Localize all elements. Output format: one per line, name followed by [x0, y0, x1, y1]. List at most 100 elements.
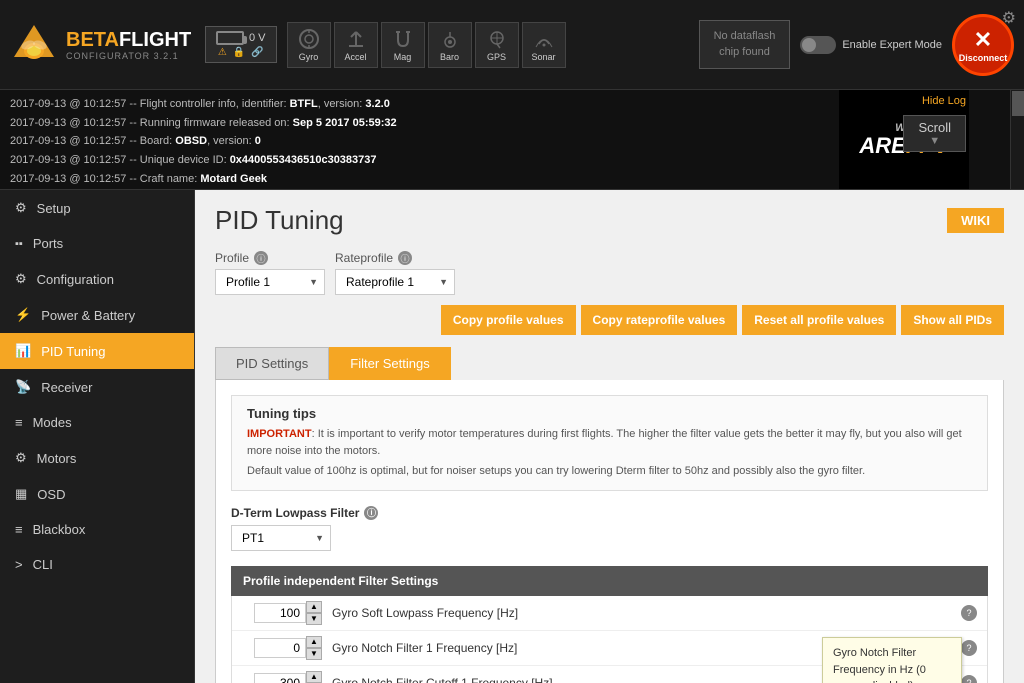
gyro-icon — [298, 28, 320, 50]
sidebar-item-modes[interactable]: ≡ Modes — [0, 405, 194, 440]
page-title: PID Tuning — [215, 205, 344, 236]
sidebar-label-configuration: Configuration — [37, 272, 114, 287]
sidebar-item-pid-tuning[interactable]: 📊 PID Tuning — [0, 333, 194, 369]
power-icon: ⚡ — [15, 307, 31, 323]
sonar-icon — [533, 28, 555, 50]
accel-label: Accel — [345, 52, 367, 62]
sidebar: ⚙ Setup ▪▪ Ports ⚙ Configuration ⚡ Power… — [0, 190, 195, 683]
filter-table: ▲ ▼ Gyro Soft Lowpass Frequency [Hz] ? — [231, 596, 988, 683]
settings-gear-icon[interactable]: ⚙ — [1002, 8, 1016, 28]
dataflash-box: No dataflash chip found — [699, 20, 791, 69]
expert-mode-toggle[interactable]: Enable Expert Mode — [800, 36, 942, 54]
dterm-filter-select[interactable]: PT1 BIQUAD — [231, 525, 331, 551]
modes-icon: ≡ — [15, 415, 23, 430]
filter-settings-table-wrapper: Profile independent Filter Settings ▲ ▼ … — [231, 566, 988, 683]
blackbox-icon: ≡ — [15, 522, 23, 537]
gyro-label: Gyro — [299, 52, 319, 62]
rateprofile-select[interactable]: Rateprofile 1 Rateprofile 2 Rateprofile … — [335, 269, 455, 295]
gyro-notch1-freq-down[interactable]: ▼ — [306, 648, 322, 660]
log-line-5: 2017-09-13 @ 10:12:57 -- Craft name: Mot… — [10, 170, 884, 189]
tuning-tips-box: Tuning tips IMPORTANT: It is important t… — [231, 395, 988, 491]
setup-icon: ⚙ — [15, 200, 27, 216]
sidebar-label-osd: OSD — [37, 487, 65, 502]
hide-log-button[interactable]: Hide Log — [922, 95, 966, 107]
sidebar-item-ports[interactable]: ▪▪ Ports — [0, 226, 194, 261]
log-scrollbar[interactable] — [1010, 90, 1024, 189]
warning-icon: ⚠ — [218, 47, 227, 58]
sidebar-label-cli: CLI — [33, 557, 53, 572]
mag-label: Mag — [394, 52, 412, 62]
gyro-notch1-freq-info[interactable]: ? — [961, 640, 977, 656]
logo-area: BETAFLIGHT CONFIGURATOR 3.2.1 — [10, 21, 205, 69]
copy-profile-button[interactable]: Copy profile values — [441, 305, 576, 335]
sidebar-item-setup[interactable]: ⚙ Setup — [0, 190, 194, 226]
log-line-3: 2017-09-13 @ 10:12:57 -- Board: OBSD, ve… — [10, 132, 884, 151]
sensor-baro[interactable]: Baro — [428, 22, 472, 68]
gyro-soft-lowpass-input[interactable] — [254, 603, 306, 623]
sidebar-label-blackbox: Blackbox — [33, 522, 86, 537]
disconnect-x-icon: ✕ — [974, 27, 992, 53]
show-pids-button[interactable]: Show all PIDs — [901, 305, 1004, 335]
gyro-notch1-cutoff-info[interactable]: ? — [961, 675, 977, 683]
sonar-label: Sonar — [532, 52, 556, 62]
log-line-1: 2017-09-13 @ 10:12:57 -- Flight controll… — [10, 95, 884, 114]
sidebar-item-blackbox[interactable]: ≡ Blackbox — [0, 512, 194, 547]
sidebar-item-cli[interactable]: > CLI — [0, 547, 194, 582]
gyro-notch1-cutoff-up[interactable]: ▲ — [306, 671, 322, 683]
log-line-4: 2017-09-13 @ 10:12:57 -- Unique device I… — [10, 151, 884, 170]
sensor-gps[interactable]: GPS — [475, 22, 519, 68]
dterm-filter-label: D-Term Lowpass Filter — [231, 506, 359, 520]
profile-info-icon[interactable]: ⓘ — [254, 251, 268, 265]
rateprofile-info-icon[interactable]: ⓘ — [398, 251, 412, 265]
copy-rateprofile-button[interactable]: Copy rateprofile values — [581, 305, 738, 335]
gyro-notch1-freq-up[interactable]: ▲ — [306, 636, 322, 648]
gyro-soft-lowpass-down[interactable]: ▼ — [306, 613, 322, 625]
action-buttons: Copy profile values Copy rateprofile val… — [441, 305, 1004, 335]
logo-configurator: CONFIGURATOR 3.2.1 — [66, 51, 191, 61]
dterm-info-icon[interactable]: ⓘ — [364, 506, 378, 520]
receiver-icon: 📡 — [15, 379, 31, 395]
gyro-soft-lowpass-info[interactable]: ? — [961, 605, 977, 621]
reset-profile-button[interactable]: Reset all profile values — [742, 305, 896, 335]
gps-icon — [486, 28, 508, 50]
wiki-button[interactable]: WIKI — [947, 208, 1004, 233]
accel-icon — [345, 28, 367, 50]
filter-settings-content: Tuning tips IMPORTANT: It is important t… — [215, 380, 1004, 683]
sidebar-item-power-battery[interactable]: ⚡ Power & Battery — [0, 297, 194, 333]
sensor-sonar[interactable]: Sonar — [522, 22, 566, 68]
sensor-mag[interactable]: Mag — [381, 22, 425, 68]
link-icon: 🔗 — [251, 47, 263, 58]
scroll-button[interactable]: Scroll ▼ — [903, 115, 966, 152]
sensor-gyro[interactable]: Gyro — [287, 22, 331, 68]
sidebar-item-osd[interactable]: ▦ OSD — [0, 476, 194, 512]
scroll-label: Scroll — [918, 120, 951, 135]
gyro-notch1-freq-input[interactable] — [254, 638, 306, 658]
battery-icon — [216, 31, 244, 45]
osd-icon: ▦ — [15, 486, 27, 502]
gyro-notch1-cutoff-input[interactable] — [254, 673, 306, 683]
sidebar-item-motors[interactable]: ⚙ Motors — [0, 440, 194, 476]
sidebar-item-configuration[interactable]: ⚙ Configuration — [0, 261, 194, 297]
mag-icon — [392, 28, 414, 50]
sidebar-item-receiver[interactable]: 📡 Receiver — [0, 369, 194, 405]
tabs-row: PID Settings Filter Settings — [215, 347, 1004, 380]
tooltip-box: Gyro Notch Filter Frequency in Hz (0 mea… — [822, 637, 962, 683]
gyro-soft-lowpass-label: Gyro Soft Lowpass Frequency [Hz] — [332, 606, 961, 620]
tab-pid-settings[interactable]: PID Settings — [215, 347, 329, 380]
baro-icon — [439, 28, 461, 50]
logo-title: BETAFLIGHT — [66, 29, 191, 51]
tuning-tips-title: Tuning tips — [247, 406, 972, 421]
sensor-accel[interactable]: Accel — [334, 22, 378, 68]
profile-select[interactable]: Profile 1 Profile 2 Profile 3 — [215, 269, 325, 295]
sidebar-label-pid: PID Tuning — [41, 344, 105, 359]
configuration-icon: ⚙ — [15, 271, 27, 287]
sidebar-label-power: Power & Battery — [41, 308, 135, 323]
gyro-soft-lowpass-up[interactable]: ▲ — [306, 601, 322, 613]
content-area: PID Tuning WIKI Profile ⓘ Profile 1 Prof… — [195, 190, 1024, 683]
rateprofile-group: Rateprofile ⓘ Rateprofile 1 Rateprofile … — [335, 251, 455, 295]
sidebar-label-motors: Motors — [37, 451, 77, 466]
battery-indicator: 0 V ⚠ 🔒 🔗 — [205, 26, 277, 63]
tuning-tips-text2: Default value of 100hz is optimal, but f… — [247, 463, 972, 480]
disconnect-label: Disconnect — [959, 53, 1008, 63]
tab-filter-settings[interactable]: Filter Settings — [329, 347, 450, 380]
